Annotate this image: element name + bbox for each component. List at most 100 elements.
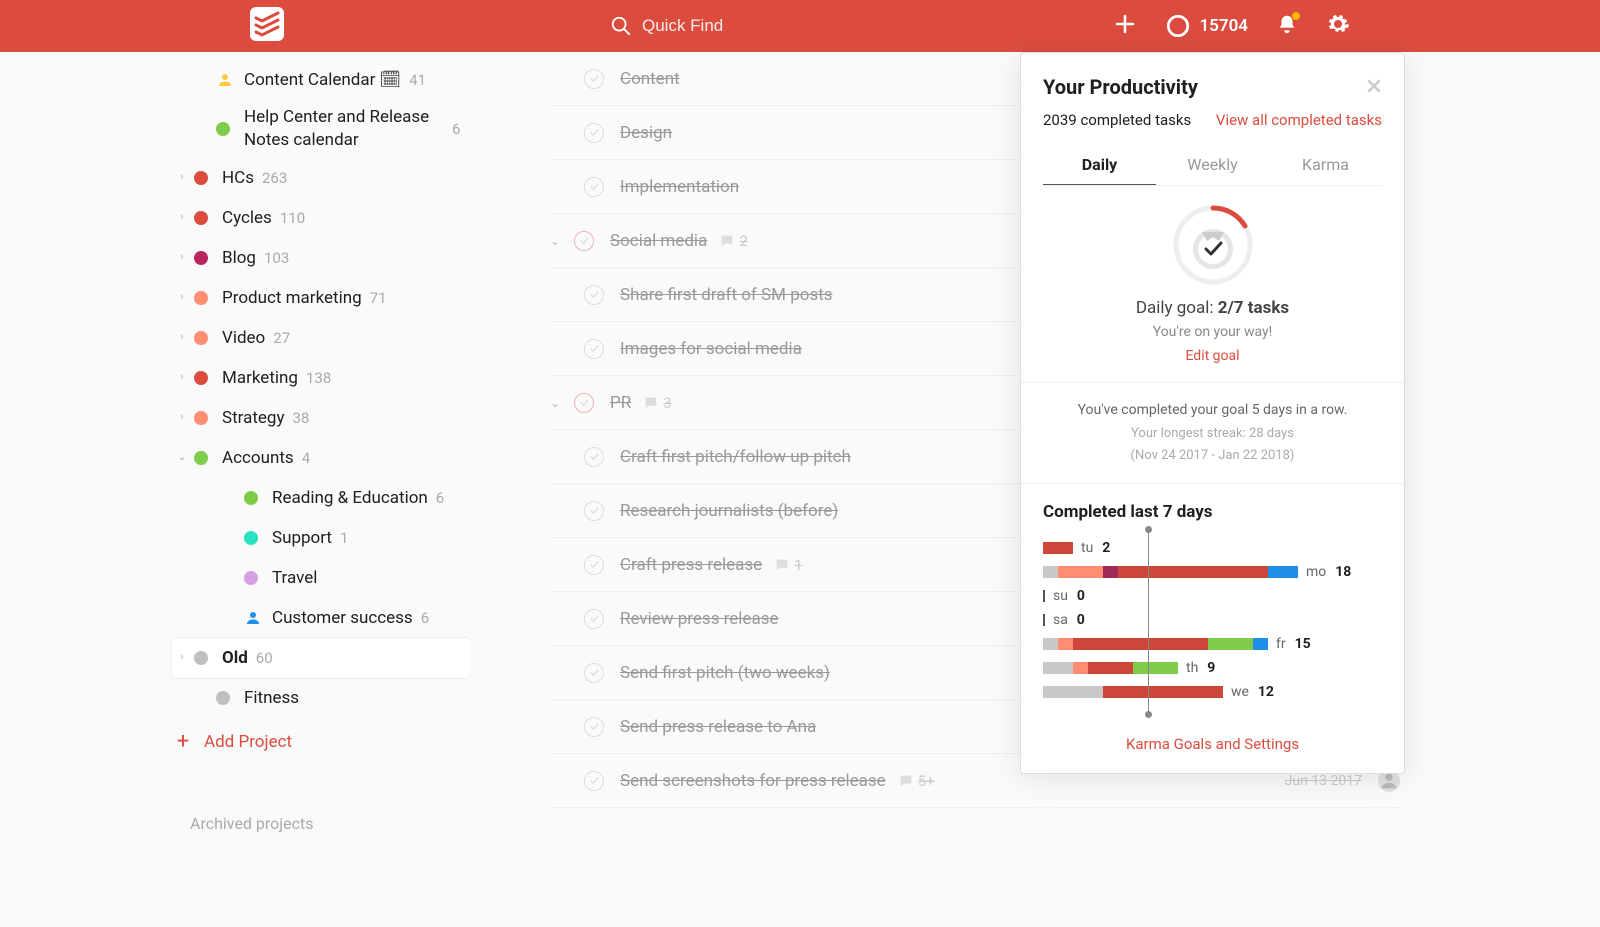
project-count: 6 [421, 609, 429, 627]
task-name: Images for social media [620, 339, 802, 359]
project-color-dot [194, 251, 208, 265]
task-checkbox[interactable] [584, 501, 604, 521]
chevron-down-icon[interactable]: ⌄ [550, 396, 570, 410]
sidebar-item-customer-success[interactable]: Customer success 6 [172, 598, 470, 638]
sidebar-item-strategy[interactable]: ›Strategy38 [172, 398, 470, 438]
task-checkbox[interactable] [584, 339, 604, 359]
sidebar-item-travel[interactable]: Travel [172, 558, 470, 598]
karma-button[interactable]: 15704 [1165, 13, 1248, 39]
daily-goal-text: Daily goal: 2/7 tasks [1043, 298, 1382, 318]
task-checkbox[interactable] [584, 447, 604, 467]
view-all-completed-link[interactable]: View all completed tasks [1216, 111, 1382, 129]
quick-find[interactable] [610, 15, 842, 37]
close-icon [1366, 78, 1382, 94]
completed-tasks-count: 2039 completed tasks [1043, 111, 1191, 129]
project-count: 60 [256, 649, 273, 667]
sidebar-item-accounts[interactable]: ⌄ Accounts 4 [172, 438, 470, 478]
project-name: Content Calendar 🗓 [244, 70, 401, 90]
project-name: Accounts [222, 448, 294, 468]
archived-projects-link[interactable]: Archived projects [172, 814, 470, 833]
sidebar-item-blog[interactable]: ›Blog103 [172, 238, 470, 278]
add-project-button[interactable]: + Add Project [172, 722, 470, 762]
project-count: 1 [340, 529, 348, 547]
sidebar-item-reading-education[interactable]: Reading & Education6 [172, 478, 470, 518]
streak-section: You've completed your goal 5 days in a r… [1021, 383, 1404, 484]
productivity-tabs: Daily Weekly Karma [1043, 147, 1382, 186]
sidebar-item-support[interactable]: Support1 [172, 518, 470, 558]
sidebar-item-content-calendar[interactable]: Content Calendar 🗓 41 [172, 60, 470, 100]
sidebar-item-product-marketing[interactable]: ›Product marketing71 [172, 278, 470, 318]
project-color-dot [194, 371, 208, 385]
project-count: 110 [280, 209, 305, 227]
person-icon [216, 71, 234, 89]
task-checkbox[interactable] [584, 771, 604, 791]
chevron-icon: › [172, 212, 192, 223]
project-name: HCs [222, 168, 254, 188]
task-name: Craft first pitch/follow up pitch [620, 447, 851, 467]
task-checkbox[interactable] [584, 609, 604, 629]
chevron-down-icon[interactable]: ⌄ [550, 234, 570, 248]
task-name: Research journalists (before) [620, 501, 838, 521]
popover-title: Your Productivity [1043, 75, 1198, 99]
close-button[interactable] [1366, 75, 1382, 99]
notifications-button[interactable] [1276, 13, 1298, 39]
plus-icon [1113, 12, 1137, 36]
streak-range-text: (Nov 24 2017 - Jan 22 2018) [1043, 445, 1382, 467]
chart-bar-label: mo 18 [1306, 564, 1351, 580]
topbar: 15704 [0, 0, 1600, 52]
edit-goal-link[interactable]: Edit goal [1185, 348, 1239, 364]
karma-points: 15704 [1199, 16, 1248, 36]
project-name: Video [222, 328, 265, 348]
project-color-dot [244, 491, 258, 505]
chart-bar-label: we 12 [1231, 684, 1274, 700]
task-checkbox[interactable] [584, 69, 604, 89]
chevron-icon: ⌄ [172, 452, 192, 463]
project-name: Customer success [272, 608, 413, 628]
project-count: 4 [302, 449, 310, 467]
sidebar-item-help-center-and-release-notes-calendar[interactable]: Help Center and Release Notes calendar6 [172, 100, 470, 158]
task-name: Content [620, 69, 680, 89]
task-checkbox[interactable] [574, 393, 594, 413]
settings-button[interactable] [1326, 12, 1350, 40]
longest-streak-text: Your longest streak: 28 days [1043, 423, 1382, 445]
sidebar-item-cycles[interactable]: ›Cycles110 [172, 198, 470, 238]
sidebar-item-video[interactable]: ›Video27 [172, 318, 470, 358]
add-project-label: Add Project [204, 732, 292, 752]
project-count: 6 [452, 120, 460, 138]
task-checkbox[interactable] [584, 285, 604, 305]
tab-karma[interactable]: Karma [1269, 147, 1382, 185]
search-input[interactable] [642, 16, 842, 36]
sidebar-item-marketing[interactable]: ›Marketing138 [172, 358, 470, 398]
chart-bar-su: su 0 [1043, 584, 1382, 608]
project-count: 263 [262, 169, 287, 187]
comment-count[interactable]: 5+ [898, 772, 935, 790]
comment-count[interactable]: 2 [719, 232, 747, 250]
chart-bar-label: fr 15 [1276, 636, 1311, 652]
project-color-dot [194, 171, 208, 185]
task-name: Send first pitch (two weeks) [620, 663, 830, 683]
comment-count[interactable]: 1 [774, 556, 802, 574]
task-checkbox[interactable] [584, 663, 604, 683]
completed-chart-section: Completed last 7 days tu 2mo 18su 0sa 0f… [1021, 484, 1404, 718]
sidebar-item-fitness[interactable]: Fitness [172, 678, 470, 718]
project-name: Travel [272, 568, 317, 588]
sidebar-item-hcs[interactable]: ›HCs263 [172, 158, 470, 198]
task-checkbox[interactable] [584, 177, 604, 197]
chart-title: Completed last 7 days [1043, 502, 1382, 522]
tab-daily[interactable]: Daily [1043, 147, 1156, 185]
karma-settings-link[interactable]: Karma Goals and Settings [1126, 735, 1299, 753]
project-count: 41 [409, 71, 426, 89]
tab-weekly[interactable]: Weekly [1156, 147, 1269, 185]
comment-count[interactable]: 3 [643, 394, 671, 412]
chart-bar-fr: fr 15 [1043, 632, 1382, 656]
task-checkbox[interactable] [574, 231, 594, 251]
daily-goal-section: Daily goal: 2/7 tasks You're on your way… [1021, 186, 1404, 383]
task-checkbox[interactable] [584, 555, 604, 575]
task-checkbox[interactable] [584, 717, 604, 737]
sidebar-item-old[interactable]: ›Old60 [172, 638, 470, 678]
app-logo-icon[interactable] [250, 7, 284, 45]
project-color-dot [244, 571, 258, 585]
add-task-button[interactable] [1113, 12, 1137, 40]
task-checkbox[interactable] [584, 123, 604, 143]
chart-bar-we: we 12 [1043, 680, 1382, 704]
